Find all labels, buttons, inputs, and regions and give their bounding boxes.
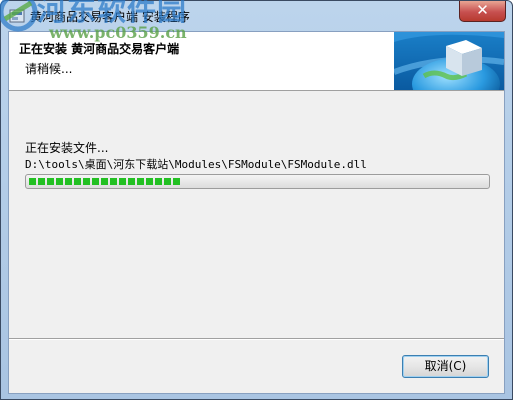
installer-app-icon (9, 9, 25, 23)
header-subtitle: 请稍候... (25, 62, 73, 76)
current-file-path: D:\tools\桌面\河东下载站\Modules\FSModule\FSMod… (25, 158, 367, 171)
install-status-text: 正在安装文件... (25, 141, 109, 155)
close-button[interactable]: ✕ (459, 1, 506, 22)
installer-body: 正在安装 黄河商品交易客户端 请稍候... 正在安装文件... D:\tools… (8, 31, 505, 394)
install-progress-bar (25, 174, 490, 189)
progress-fill (29, 178, 182, 185)
header-panel: 正在安装 黄河商品交易客户端 请稍候... (9, 32, 504, 91)
cancel-button[interactable]: 取消(C) (402, 355, 489, 378)
footer-divider (9, 338, 504, 340)
close-icon: ✕ (476, 1, 489, 19)
installer-window: 黄河商品交易客户端 安装程序 ✕ 正在安装 黄河商品交易客户端 请稍候... 正… (0, 0, 513, 400)
window-title: 黄河商品交易客户端 安装程序 (30, 10, 190, 24)
globe-box-icon (394, 32, 504, 90)
title-bar[interactable]: 黄河商品交易客户端 安装程序 ✕ (1, 1, 512, 31)
header-title: 正在安装 黄河商品交易客户端 (19, 42, 180, 56)
